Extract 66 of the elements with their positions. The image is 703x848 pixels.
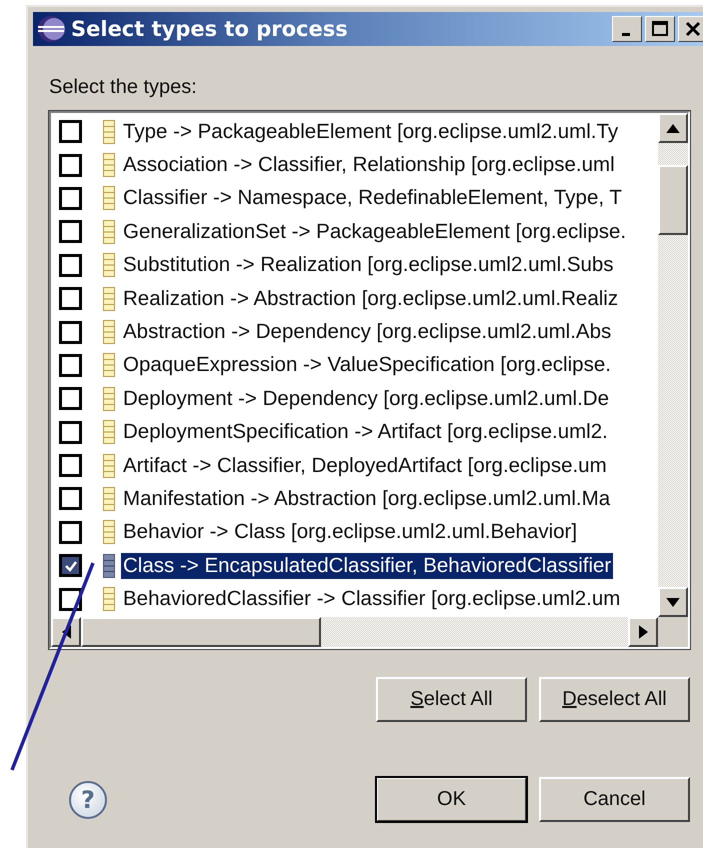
close-icon[interactable]: [683, 19, 703, 39]
type-item[interactable]: Realization -> Abstraction [org.eclipse.uml2.uml.Realiz: [121, 286, 620, 312]
class-icon: [103, 253, 115, 278]
type-item[interactable]: Manifestation -> Abstraction [org.eclipse.uml2.uml.Ma: [121, 486, 612, 512]
checkbox[interactable]: [59, 387, 82, 410]
dialog-button[interactable]: OK: [376, 777, 527, 822]
type-item[interactable]: GeneralizationSet -> PackageableElement [org.eclipse.: [121, 218, 628, 245]
close-button[interactable]: [678, 16, 703, 42]
class-icon: [103, 587, 115, 612]
scroll-thumb[interactable]: [81, 617, 321, 647]
class-icon: [103, 454, 115, 478]
class-icon: [103, 486, 115, 511]
scrollbar-corner: [658, 617, 688, 647]
class-icon: [103, 320, 115, 344]
scroll-up-icon[interactable]: [666, 124, 680, 132]
checkbox[interactable]: [59, 186, 82, 210]
class-icon: [103, 420, 115, 444]
checkbox[interactable]: [59, 220, 82, 244]
checkbox[interactable]: [59, 354, 82, 377]
type-item[interactable]: BehavioredClassifier -> Classifier [org.eclipse.uml2.um: [121, 586, 622, 612]
checkbox[interactable]: [59, 320, 82, 344]
type-item[interactable]: Substitution -> Realization [org.eclipse.uml2.uml.Subs: [121, 252, 616, 278]
type-item[interactable]: Type -> PackageableElement [org.eclipse.uml2.uml.Ty: [121, 118, 620, 145]
checkbox[interactable]: [59, 487, 82, 510]
eclipse-logo-icon: [37, 15, 65, 43]
scroll-right-icon[interactable]: [638, 625, 648, 639]
checkbox[interactable]: [59, 454, 82, 478]
type-item[interactable]: Classifier -> Namespace, RedefinableElement, Type, T: [121, 185, 624, 212]
minimize-button[interactable]: [612, 16, 642, 42]
type-item[interactable]: Deployment -> Dependency [org.eclipse.uml2.uml.De: [121, 386, 611, 412]
list-button[interactable]: Select All: [376, 677, 527, 722]
type-item[interactable]: Association -> Classifier, Relationship [org.eclipse.uml: [121, 152, 617, 178]
type-item[interactable]: OpaqueExpression -> ValueSpecification [org.eclipse.: [121, 352, 613, 378]
scroll-down-icon[interactable]: [666, 598, 680, 606]
class-icon: [103, 554, 115, 578]
type-item[interactable]: DeploymentSpecification -> Artifact [org.eclipse.uml2.: [121, 419, 610, 446]
help-icon[interactable]: ?: [69, 780, 107, 818]
horizontal-scrollbar[interactable]: [51, 617, 688, 647]
checkbox[interactable]: [59, 120, 82, 144]
type-item[interactable]: Artifact -> Classifier, DeployedArtifact [org.eclipse.um: [121, 452, 609, 479]
checkbox[interactable]: [59, 420, 82, 444]
checkbox[interactable]: [59, 520, 82, 544]
scroll-left-icon[interactable]: [62, 625, 70, 639]
checkbox[interactable]: [59, 254, 82, 277]
list-button[interactable]: Deselect All: [539, 677, 690, 722]
type-item[interactable]: Class -> EncapsulatedClassifier, BehavioredClassifier: [121, 552, 614, 579]
vertical-scrollbar[interactable]: [658, 113, 688, 617]
scroll-thumb[interactable]: [658, 165, 688, 235]
window-title: Select types to process: [71, 17, 349, 41]
maximize-button[interactable]: [645, 16, 675, 42]
checkbox[interactable]: [59, 287, 82, 310]
class-icon: [103, 386, 115, 411]
class-icon: [103, 186, 115, 210]
prompt-label: Select the types:: [49, 76, 198, 99]
dialog-button[interactable]: Cancel: [539, 777, 690, 822]
maximize-icon[interactable]: [650, 19, 670, 39]
type-item[interactable]: Behavior -> Class [org.eclipse.uml2.uml.Behavior]: [121, 519, 580, 546]
class-icon: [103, 286, 115, 311]
class-icon: [103, 153, 115, 178]
class-icon: [103, 220, 115, 244]
class-icon: [103, 120, 115, 144]
type-item[interactable]: Abstraction -> Dependency [org.eclipse.uml2.uml.Abs: [121, 319, 614, 346]
class-icon: [103, 520, 115, 544]
class-icon: [103, 353, 115, 378]
checkbox[interactable]: [59, 154, 82, 177]
checkbox[interactable]: [59, 554, 82, 578]
